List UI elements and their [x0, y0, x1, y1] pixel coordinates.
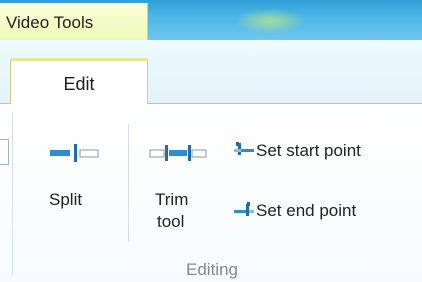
trim-tool-label-line1: Trim [155, 190, 189, 209]
tab-edit[interactable]: Edit [10, 58, 148, 105]
set-start-point-button[interactable]: Set start point [230, 138, 416, 164]
set-start-point-icon [234, 142, 254, 155]
group-divider-left [12, 112, 13, 276]
title-bar-glow [235, 8, 305, 34]
trim-tool-button[interactable]: Trim tool [142, 132, 212, 244]
split-label: Split [49, 190, 83, 209]
tab-edit-label: Edit [63, 74, 95, 94]
set-end-point-button[interactable]: Set end point [230, 198, 416, 224]
set-end-point-icon [234, 202, 254, 216]
set-end-point-label: Set end point [256, 201, 357, 220]
previous-group-control[interactable] [0, 139, 9, 165]
split-button[interactable]: Split [38, 132, 116, 222]
trim-tool-label-line2: tool [157, 212, 185, 231]
contextual-tab-label: Video Tools [6, 13, 94, 32]
trim-tool-icon [149, 145, 207, 161]
split-icon [50, 144, 99, 162]
contextual-tab-video-tools: Video Tools [0, 3, 148, 40]
editing-group-label: Editing [186, 260, 238, 279]
group-separator [128, 124, 129, 242]
set-start-point-label: Set start point [256, 141, 361, 160]
